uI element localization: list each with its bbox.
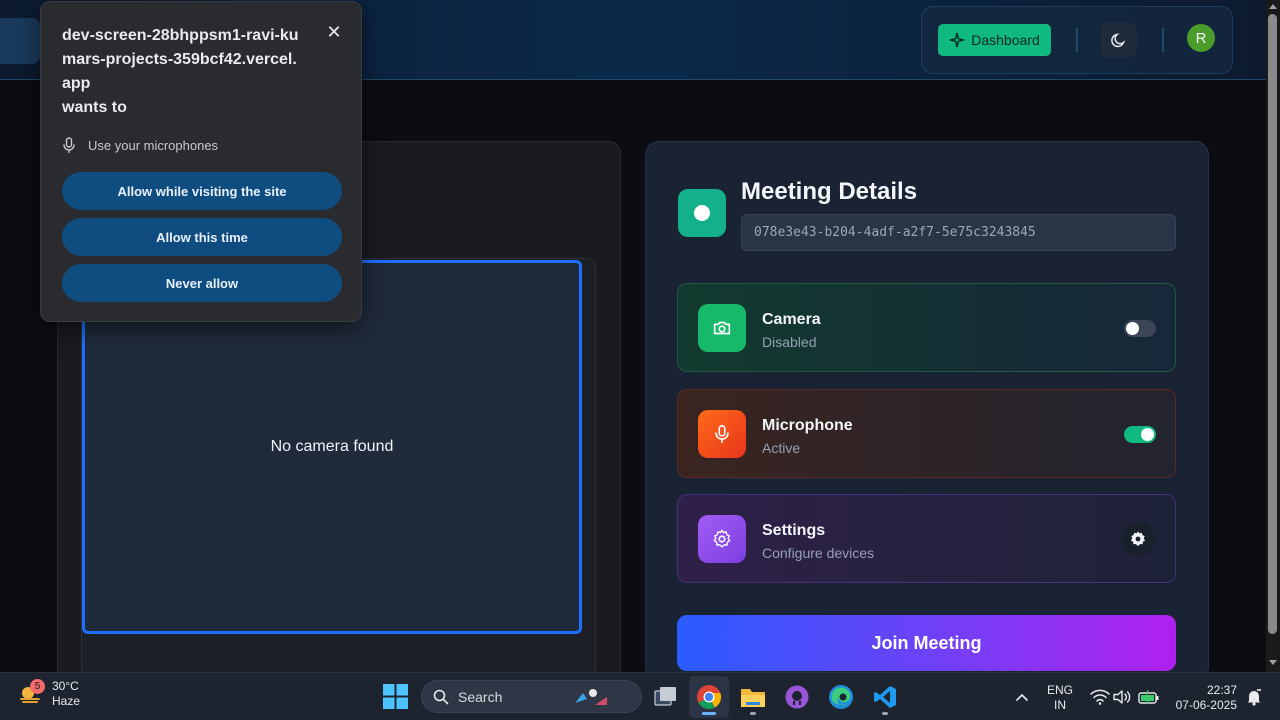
chrome-icon[interactable]: [695, 683, 723, 711]
scroll-down-arrow-icon[interactable]: [1269, 660, 1277, 665]
haze-weather-icon: 5: [18, 679, 45, 706]
running-indicator: [702, 712, 716, 715]
notification-bell-icon[interactable]: [1240, 683, 1268, 711]
chevron-up-icon[interactable]: [1008, 683, 1036, 711]
camera-title: Camera: [762, 311, 821, 328]
microphone-icon: [63, 137, 75, 153]
settings-subtitle: Configure devices: [762, 545, 875, 561]
language-code: ENG: [1047, 683, 1074, 697]
never-allow-button[interactable]: Never allow: [62, 264, 342, 302]
settings-button[interactable]: [1121, 522, 1155, 556]
permission-prompt: dev-screen-28bhppsm1-ravi-kumars-project…: [40, 1, 362, 322]
scroll-up-arrow-icon[interactable]: [1269, 4, 1277, 9]
vscode-icon[interactable]: [871, 683, 899, 711]
taskbar-search[interactable]: Search: [421, 680, 642, 713]
meeting-title: Meeting Details: [741, 178, 918, 205]
allow-this-time-button[interactable]: Allow this time: [62, 218, 342, 256]
settings-title: Settings: [762, 522, 826, 539]
camera-toggle[interactable]: [1124, 320, 1156, 337]
permission-request: Use your microphones: [62, 137, 218, 153]
camera-icon: [698, 304, 746, 352]
sparkle-icon: [950, 32, 965, 48]
dashboard-label: Dashboard: [971, 32, 1040, 48]
running-indicator: [882, 712, 888, 715]
speaker-icon[interactable]: [1108, 683, 1136, 711]
close-icon[interactable]: ✕: [324, 22, 344, 42]
header-divider: [1076, 28, 1078, 52]
language-region: IN: [1054, 698, 1066, 712]
github-icon[interactable]: [783, 683, 811, 711]
settings-gear-icon: [698, 515, 746, 563]
permission-request-label: Use your microphones: [88, 137, 219, 153]
theme-toggle-button[interactable]: [1101, 22, 1137, 58]
gear-icon: [1130, 531, 1146, 547]
microphone-toggle[interactable]: [1124, 426, 1156, 443]
permission-origin-text: dev-screen-28bhppsm1-ravi-kumars-project…: [62, 27, 299, 92]
join-meeting-button[interactable]: Join Meeting: [677, 615, 1176, 671]
task-view-icon[interactable]: [652, 683, 680, 711]
permission-wants-to: wants to: [62, 99, 127, 116]
user-avatar[interactable]: R: [1187, 24, 1215, 52]
edge-icon[interactable]: [827, 683, 855, 711]
moon-icon: [1111, 33, 1126, 48]
camera-card: Camera Disabled: [677, 283, 1176, 372]
settings-card: Settings Configure devices: [677, 494, 1176, 583]
running-indicator: [750, 712, 756, 715]
language-indicator[interactable]: ENG IN: [1047, 683, 1073, 713]
camera-status: Disabled: [762, 334, 817, 350]
search-label: Search: [458, 688, 503, 705]
allow-while-visiting-button[interactable]: Allow while visiting the site: [62, 172, 342, 210]
file-explorer-icon[interactable]: [739, 683, 767, 711]
header-logo-chip[interactable]: [0, 18, 40, 64]
dashboard-button[interactable]: Dashboard: [938, 24, 1051, 56]
clock-date: 07-06-2025: [1175, 698, 1237, 712]
search-icon: [433, 689, 449, 704]
microphone-status: Active: [762, 440, 801, 456]
weather-widget[interactable]: 5 30°C Haze: [18, 679, 80, 709]
record-icon: [678, 189, 726, 237]
no-camera-message: No camera found: [270, 438, 394, 455]
system-clock[interactable]: 22:37 07-06-2025: [1175, 683, 1237, 713]
scrollbar-thumb[interactable]: [1268, 14, 1277, 634]
clock-time: 22:37: [1206, 683, 1237, 697]
microphone-icon: [698, 410, 746, 458]
permission-origin: dev-screen-28bhppsm1-ravi-kumars-project…: [62, 24, 302, 120]
header-divider: [1162, 28, 1164, 52]
weather-badge: 5: [30, 679, 45, 694]
search-highlight-icon: [575, 688, 608, 705]
microphone-title: Microphone: [762, 417, 853, 434]
battery-icon[interactable]: [1135, 683, 1163, 711]
meeting-id-field[interactable]: 078e3e43-b204-4adf-a2f7-5e75c3243845: [741, 214, 1176, 251]
windows-start-icon[interactable]: [383, 684, 408, 709]
weather-desc: Haze: [52, 694, 81, 708]
weather-temp: 30°C: [52, 679, 79, 693]
microphone-card: Microphone Active: [677, 389, 1176, 478]
